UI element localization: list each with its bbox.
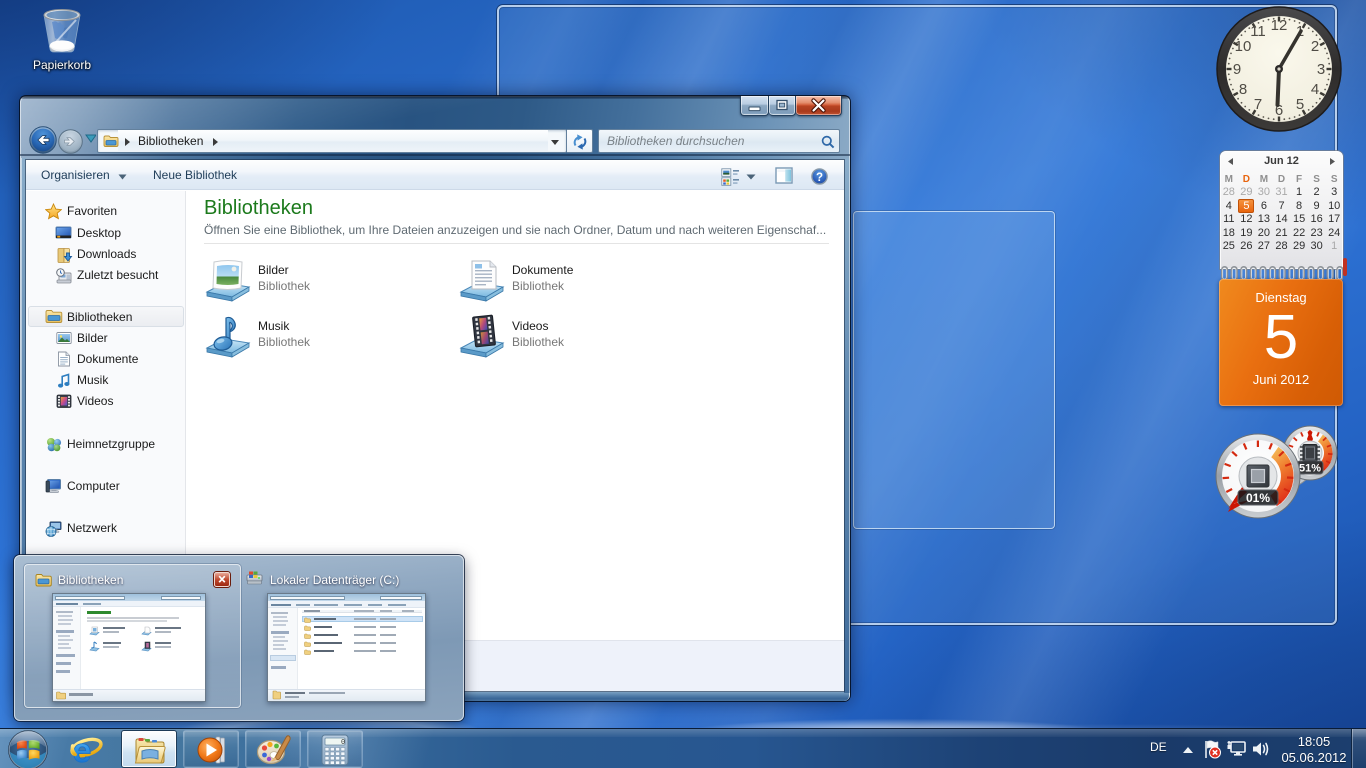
svg-text:8: 8: [1239, 81, 1247, 98]
svg-text:2: 2: [1311, 38, 1319, 55]
svg-text:4: 4: [1311, 81, 1319, 98]
svg-text:01%: 01%: [1246, 491, 1270, 505]
svg-text:12: 12: [1271, 17, 1288, 34]
svg-text:e: e: [73, 732, 92, 766]
svg-text:7: 7: [1254, 96, 1262, 113]
svg-text:11: 11: [1250, 23, 1266, 40]
svg-text:5: 5: [1296, 96, 1304, 113]
svg-text:0: 0: [341, 739, 345, 747]
svg-text:3: 3: [1317, 61, 1325, 78]
svg-text:9: 9: [1233, 61, 1241, 78]
svg-text:?: ?: [816, 172, 823, 184]
svg-text:51%: 51%: [1299, 463, 1321, 475]
svg-text:10: 10: [1235, 38, 1252, 55]
